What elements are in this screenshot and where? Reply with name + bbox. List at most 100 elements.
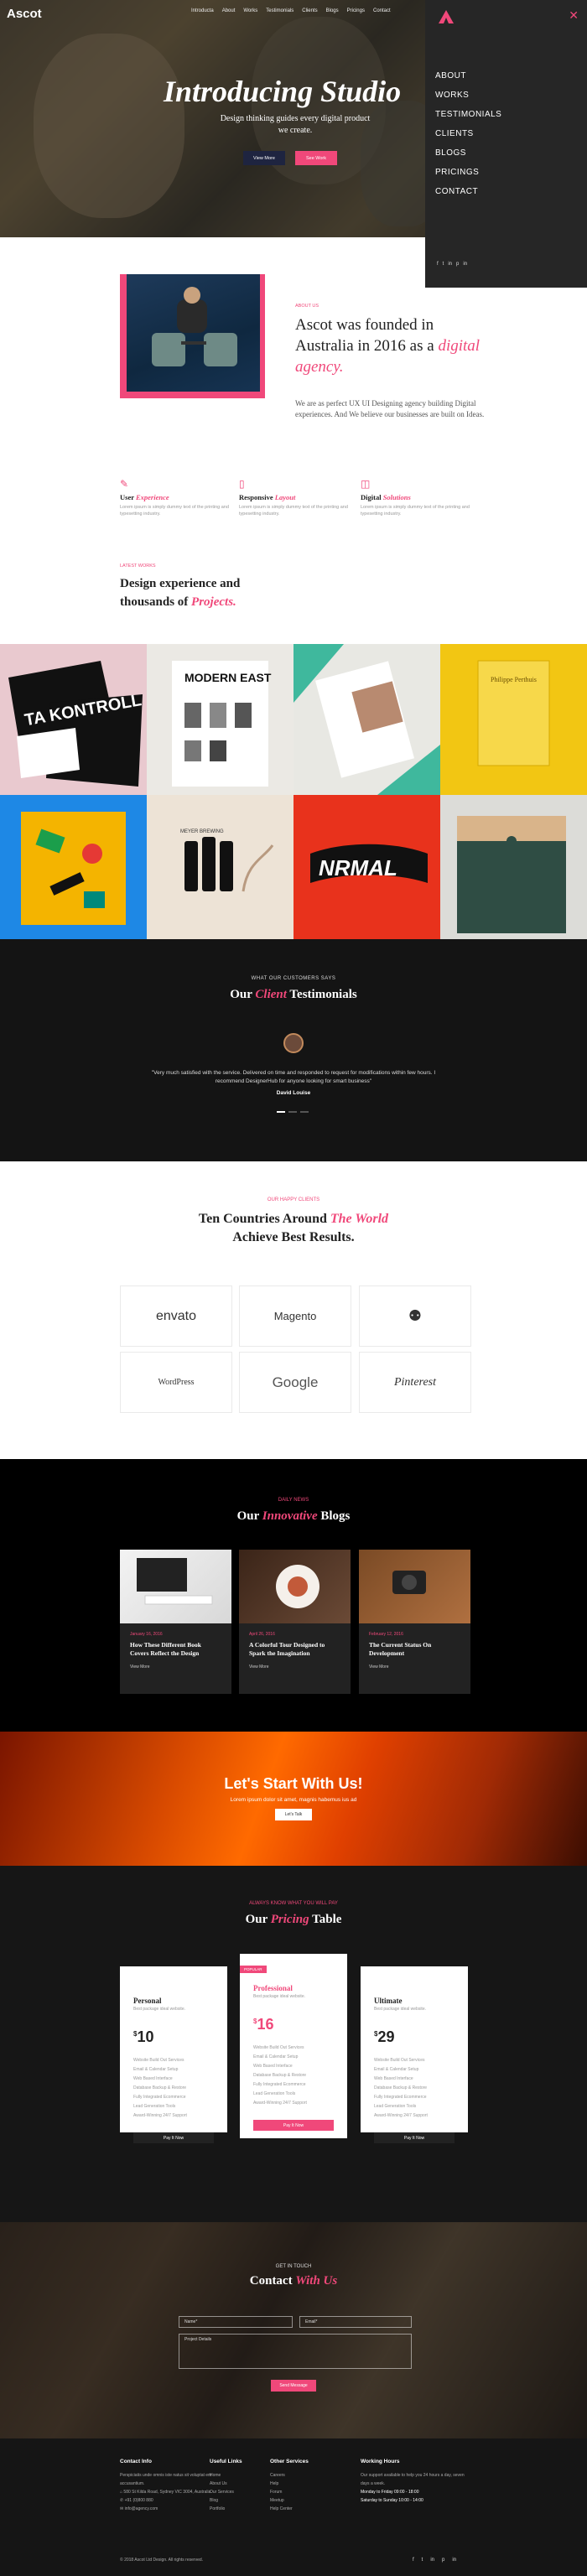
name-field[interactable]: Name* <box>179 2316 293 2328</box>
footer-text: Our support available to help you 24 hou… <box>361 2473 465 2486</box>
footer-link[interactable]: Help Center <box>270 2505 337 2513</box>
portfolio-item[interactable]: NRMAL <box>294 795 440 939</box>
side-menu-item-blogs[interactable]: BLOGS <box>435 148 501 168</box>
carousel-dot[interactable] <box>288 1111 297 1113</box>
clients-title-accent: The World <box>330 1212 389 1226</box>
pay-now-button[interactable]: Pay It Now <box>133 2132 214 2143</box>
portfolio-item[interactable]: MEYER BREWING <box>147 795 294 939</box>
works-title-accent: Projects. <box>191 595 236 609</box>
feature-title-accent: Solutions <box>382 493 411 501</box>
blogs-title-end: Blogs <box>320 1509 351 1523</box>
blog-card[interactable]: January 16, 2016 How These Different Boo… <box>120 1550 231 1694</box>
footer-link[interactable]: Help <box>270 2480 337 2488</box>
footer-link[interactable]: Home <box>210 2471 277 2480</box>
side-menu-item-works[interactable]: WORKS <box>435 91 501 110</box>
send-message-button[interactable]: Send Message <box>271 2380 316 2392</box>
blog-image-illustration <box>392 1571 426 1594</box>
carousel-dot[interactable] <box>277 1111 285 1113</box>
client-logo-text: WordPress <box>158 1378 195 1387</box>
portfolio-item[interactable] <box>440 795 587 939</box>
blog-title[interactable]: How These Different Book Covers Reflect … <box>130 1641 221 1658</box>
blog-title[interactable]: A Colorful Tour Designed to Spark the Im… <box>249 1641 340 1658</box>
client-logo-owl[interactable]: ⚉ <box>359 1285 471 1347</box>
footer-link[interactable]: Blog <box>210 2496 277 2505</box>
instagram-icon[interactable]: in <box>452 2558 456 2563</box>
owl-icon: ⚉ <box>408 1307 423 1324</box>
footer-link[interactable]: Our Services <box>210 2488 277 2496</box>
blog-date: January 16, 2016 <box>130 1632 163 1637</box>
feature-desc: Lorem ipsum is simply dummy text of the … <box>361 505 470 517</box>
nav-item[interactable]: Pricings <box>347 8 365 13</box>
footer-email[interactable]: ✉ info@agency.com <box>120 2505 212 2513</box>
feature-title-main: Responsive <box>239 493 273 501</box>
pricing-plan-professional: POPULAR Professional Best package ideal … <box>240 1954 347 2138</box>
footer-phone[interactable]: ✆ +91 (0)800 880 <box>120 2496 212 2505</box>
portfolio-item[interactable]: MODERN EAST <box>147 644 294 795</box>
view-more-button[interactable]: View More <box>243 151 285 165</box>
client-logo-wordpress[interactable]: WordPress <box>120 1352 232 1413</box>
side-menu-item-clients[interactable]: CLIENTS <box>435 129 501 148</box>
clients-title: Ten Countries Around The World Achieve B… <box>0 1210 587 1247</box>
client-logo-pinterest[interactable]: Pinterest <box>359 1352 471 1413</box>
message-field[interactable]: Project Details <box>179 2334 412 2369</box>
nav-item[interactable]: Clients <box>302 8 317 13</box>
footer-link[interactable]: About Us <box>210 2480 277 2488</box>
email-field[interactable]: Email* <box>299 2316 412 2328</box>
client-logo-text: envato <box>155 1308 197 1323</box>
footer-link[interactable]: Meetup <box>270 2496 337 2505</box>
portfolio-item[interactable] <box>0 795 147 939</box>
carousel-dot[interactable] <box>300 1111 309 1113</box>
linkedin-icon[interactable]: in <box>430 2558 434 2563</box>
plan-features: Website Build Out Services Email & Calen… <box>374 2058 468 2122</box>
plan-feature: Fully Integrated Ecommerce <box>133 2095 186 2100</box>
portfolio-caption: Philippe Perthuis <box>491 676 537 683</box>
feature-desc: Lorem ipsum is simply dummy text of the … <box>239 505 348 517</box>
side-menu-item-about[interactable]: ABOUT <box>435 71 501 91</box>
client-logo-magento[interactable]: Magento <box>239 1285 351 1347</box>
twitter-icon[interactable]: t <box>422 2558 423 2563</box>
close-icon[interactable]: ✕ <box>569 8 579 23</box>
facebook-icon[interactable]: f <box>413 2558 414 2563</box>
nav-item[interactable]: Testimonials <box>266 8 294 13</box>
pinterest-icon[interactable]: p <box>442 2558 444 2563</box>
linkedin-icon[interactable]: in <box>448 262 452 267</box>
testimonial-quote: "Very much satisfied with the service. D… <box>151 1070 436 1084</box>
blog-card[interactable]: April 26, 2016 A Colorful Tour Designed … <box>239 1550 351 1694</box>
read-more-link[interactable]: View More <box>130 1665 231 1670</box>
pay-now-button[interactable]: Pay It Now <box>253 2120 334 2131</box>
blog-card[interactable]: February 12, 2016 The Current Status On … <box>359 1550 470 1694</box>
nav-item[interactable]: Introducta <box>191 8 214 13</box>
plan-desc: Best package ideal website. <box>374 2007 426 2012</box>
blog-title[interactable]: The Current Status On Development <box>369 1641 460 1658</box>
footer-link[interactable]: Portfolio <box>210 2505 277 2513</box>
footer-link[interactable]: Forum <box>270 2488 337 2496</box>
facebook-icon[interactable]: f <box>437 262 439 267</box>
site-logo[interactable]: Ascot <box>7 7 42 21</box>
client-logo-google[interactable]: Google <box>239 1352 351 1413</box>
footer-heading: Working Hours <box>361 2459 400 2464</box>
portfolio-item[interactable] <box>294 644 440 795</box>
client-logo-envato[interactable]: envato <box>120 1285 232 1347</box>
side-menu-item-pricings[interactable]: PRICINGS <box>435 168 501 187</box>
nav-item[interactable]: Blogs <box>326 8 339 13</box>
side-menu-item-testimonials[interactable]: TESTIMONIALS <box>435 110 501 129</box>
see-work-button[interactable]: See Work <box>295 151 337 165</box>
twitter-icon[interactable]: t <box>443 262 444 267</box>
side-menu-item-contact[interactable]: CONTACT <box>435 187 501 206</box>
plan-name: Professional <box>253 1984 293 1992</box>
plan-feature: Web Based Interface <box>253 2064 293 2069</box>
footer-link[interactable]: Careers <box>270 2471 337 2480</box>
nav-item[interactable]: Works <box>243 8 257 13</box>
pinterest-icon[interactable]: p <box>456 262 459 267</box>
nav-item[interactable]: Contact <box>373 8 391 13</box>
instagram-icon[interactable]: in <box>463 262 467 267</box>
lets-talk-button[interactable]: Let's Talk <box>275 1809 312 1820</box>
read-more-link[interactable]: View More <box>369 1665 470 1670</box>
pay-now-button[interactable]: Pay It Now <box>374 2132 455 2143</box>
portfolio-item[interactable]: Philippe Perthuis <box>440 644 587 795</box>
feature-title-main: Digital <box>361 493 382 501</box>
portfolio-item[interactable]: TA KONTROLL <box>0 644 147 795</box>
read-more-link[interactable]: View More <box>249 1665 351 1670</box>
about-title: Ascot was founded in Australia in 2016 a… <box>295 314 488 377</box>
nav-item[interactable]: About <box>222 8 236 13</box>
